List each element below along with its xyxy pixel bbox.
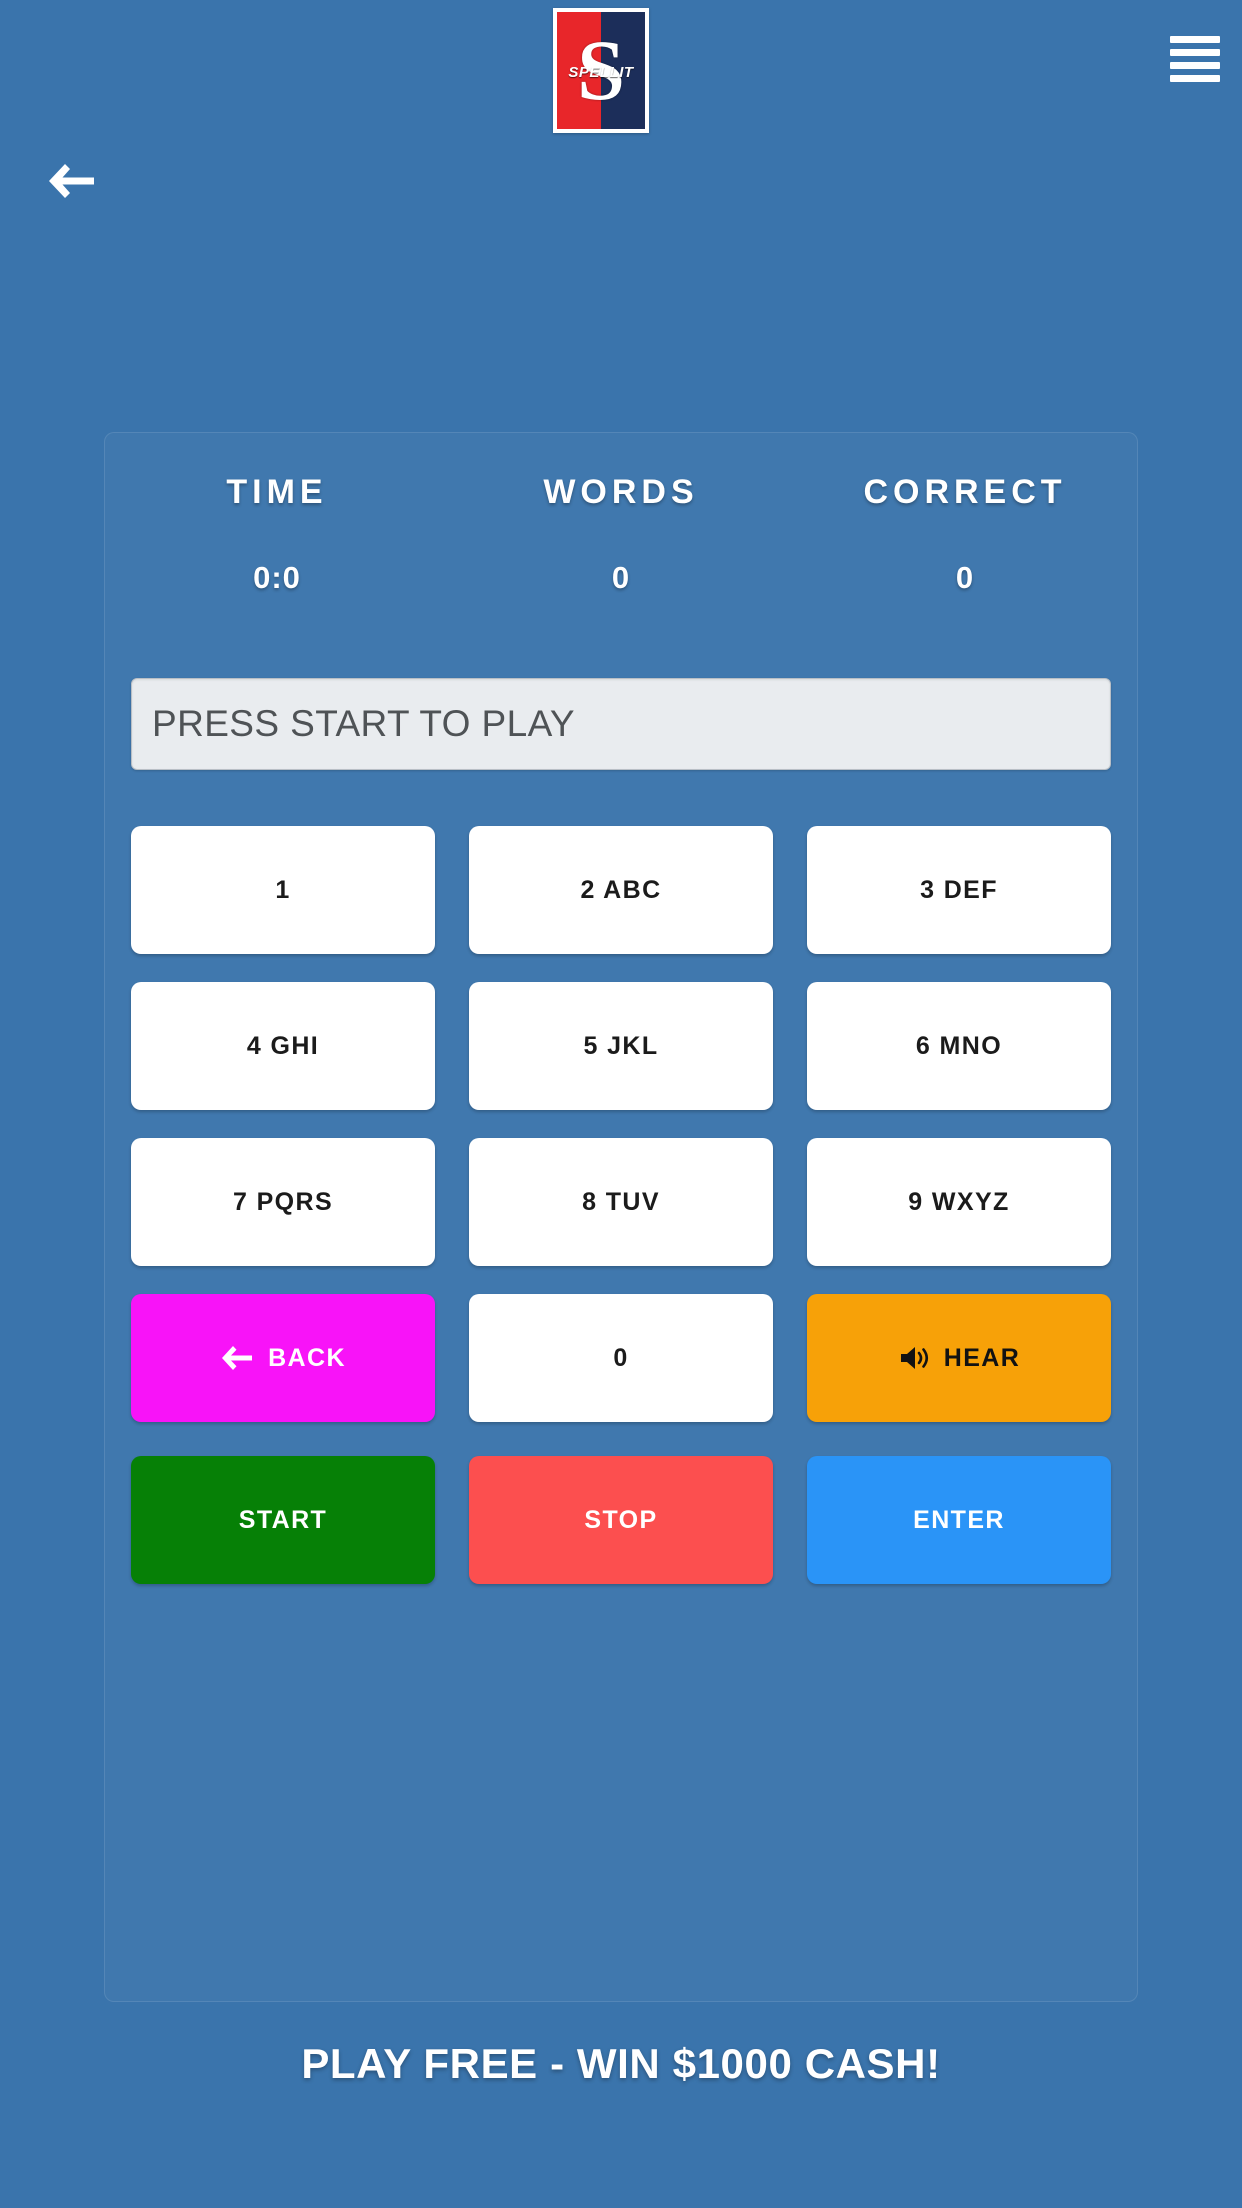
enter-button-label: ENTER (913, 1505, 1005, 1534)
word-display-text: PRESS START TO PLAY (152, 703, 575, 744)
key-1[interactable]: 1 (131, 826, 435, 954)
hamburger-line (1170, 36, 1220, 43)
scoreboard-values: 0:0 0 0 (105, 512, 1137, 596)
hear-key-button[interactable]: HEAR (807, 1294, 1111, 1422)
keypad: 1 2 ABC 3 DEF 4 GHI 5 JKL 6 MNO 7 PQRS 8… (105, 826, 1137, 1584)
top-bar: S SPELLIT (0, 0, 1242, 140)
keypad-utility-row: BACK 0 HEAR (131, 1294, 1111, 1422)
app-logo[interactable]: S SPELLIT (553, 8, 649, 133)
hamburger-line (1170, 75, 1220, 82)
key-2[interactable]: 2 ABC (469, 826, 773, 954)
scoreboard-column-time: TIME (105, 473, 449, 512)
start-button-label: START (238, 1505, 328, 1534)
key-4[interactable]: 4 GHI (131, 982, 435, 1110)
back-key-button[interactable]: BACK (131, 1294, 435, 1422)
game-screen: S SPELLIT TIME WORDS CORRECT 0:0 0 0 PRE… (0, 0, 1242, 2208)
footer: PLAY FREE - WIN $1000 CASH! (0, 2040, 1242, 2088)
key-label: 8 TUV (582, 1187, 660, 1216)
keypad-action-row: START STOP ENTER (131, 1456, 1111, 1584)
word-display-container: PRESS START TO PLAY (105, 678, 1137, 770)
key-label: 7 PQRS (232, 1187, 334, 1216)
keypad-row-2: 4 GHI 5 JKL 6 MNO (131, 982, 1111, 1110)
arrow-left-icon (220, 1344, 254, 1372)
hamburger-menu-icon[interactable] (1170, 36, 1220, 82)
stop-button[interactable]: STOP (469, 1456, 773, 1584)
logo-shield: S SPELLIT (557, 12, 645, 129)
enter-button[interactable]: ENTER (807, 1456, 1111, 1584)
scoreboard-column-correct: CORRECT (793, 473, 1137, 512)
key-label: 4 GHI (246, 1031, 320, 1060)
scoreboard-label-correct: CORRECT (863, 473, 1067, 511)
key-label: 5 JKL (583, 1031, 659, 1060)
key-label: 1 (275, 875, 291, 904)
key-label: 3 DEF (920, 875, 998, 904)
word-display-input[interactable]: PRESS START TO PLAY (131, 678, 1111, 770)
scoreboard-labels: TIME WORDS CORRECT (105, 433, 1137, 512)
key-8[interactable]: 8 TUV (469, 1138, 773, 1266)
hear-key-label: HEAR (943, 1343, 1021, 1372)
keypad-row-3: 7 PQRS 8 TUV 9 WXYZ (131, 1138, 1111, 1266)
scoreboard-value-time: 0:0 (253, 560, 301, 595)
scoreboard-value-correct: 0 (955, 560, 975, 595)
scoreboard-value-cell-words: 0 (449, 560, 793, 596)
key-label: 9 WXYZ (908, 1187, 1010, 1216)
key-label: 6 MNO (915, 1031, 1003, 1060)
hear-key-content: HEAR (898, 1344, 1020, 1373)
back-navigation-button[interactable] (45, 158, 97, 204)
key-5[interactable]: 5 JKL (469, 982, 773, 1110)
start-button[interactable]: START (131, 1456, 435, 1584)
scoreboard-value-words: 0 (611, 560, 631, 595)
key-7[interactable]: 7 PQRS (131, 1138, 435, 1266)
hamburger-line (1170, 49, 1220, 56)
scoreboard-label-time: TIME (226, 473, 328, 511)
key-label: 2 ABC (580, 875, 662, 904)
game-panel: TIME WORDS CORRECT 0:0 0 0 PRESS START T… (104, 432, 1138, 2002)
key-3[interactable]: 3 DEF (807, 826, 1111, 954)
key-label: 0 (613, 1343, 629, 1372)
stop-button-label: STOP (584, 1505, 658, 1534)
speaker-volume-icon (898, 1344, 930, 1372)
key-9[interactable]: 9 WXYZ (807, 1138, 1111, 1266)
scoreboard-value-cell-time: 0:0 (105, 560, 449, 596)
hamburger-line (1170, 62, 1220, 69)
scoreboard-column-words: WORDS (449, 473, 793, 512)
logo-brand-word: SPELLIT (568, 64, 634, 81)
back-key-label: BACK (268, 1343, 346, 1372)
scoreboard-value-cell-correct: 0 (793, 560, 1137, 596)
key-0[interactable]: 0 (469, 1294, 773, 1422)
arrow-left-icon (49, 164, 94, 198)
back-key-content: BACK (220, 1344, 346, 1373)
key-6[interactable]: 6 MNO (807, 982, 1111, 1110)
scoreboard-label-words: WORDS (543, 473, 699, 511)
promo-text: PLAY FREE - WIN $1000 CASH! (301, 2040, 941, 2087)
keypad-row-1: 1 2 ABC 3 DEF (131, 826, 1111, 954)
